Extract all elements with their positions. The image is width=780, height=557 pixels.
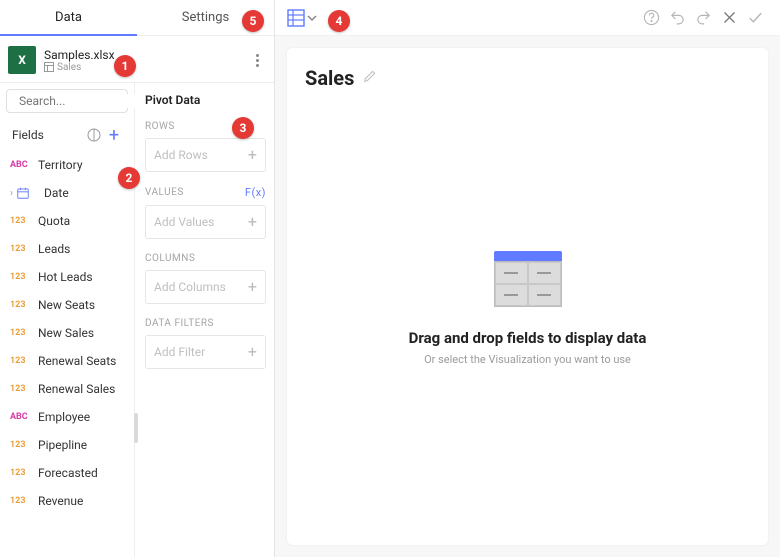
filters-dropzone[interactable]: Add Filter+: [145, 335, 266, 369]
undo-button[interactable]: [664, 5, 690, 31]
field-item[interactable]: 123New Sales: [0, 319, 134, 347]
fields-column: Fields + ABCTerritory›Date123Quota123Lea…: [0, 83, 135, 557]
number-type-icon: 123: [10, 496, 36, 506]
empty-state: Drag and drop fields to display data Or …: [305, 90, 750, 527]
add-field-button[interactable]: +: [104, 125, 124, 145]
card-title: Sales: [305, 66, 354, 90]
calendar-icon: [16, 186, 42, 200]
plus-icon: +: [248, 214, 257, 230]
values-dropzone[interactable]: Add Values+: [145, 205, 266, 239]
callout-1: 1: [114, 55, 136, 77]
excel-icon: X: [8, 46, 36, 74]
file-sheet: Sales: [44, 62, 248, 73]
field-item[interactable]: 123Revenue: [0, 487, 134, 515]
empty-title: Drag and drop fields to display data: [409, 329, 647, 347]
table-icon: [44, 62, 54, 72]
file-bar: X Samples.xlsx Sales: [0, 36, 274, 83]
field-item[interactable]: 123New Seats: [0, 291, 134, 319]
pivot-title: Pivot Data: [145, 93, 266, 107]
fields-header-label: Fields: [12, 128, 44, 142]
number-type-icon: 123: [10, 244, 36, 254]
number-type-icon: 123: [10, 216, 36, 226]
field-label: Date: [44, 186, 69, 200]
field-item[interactable]: 123Quota: [0, 207, 134, 235]
columns-dropzone[interactable]: Add Columns+: [145, 270, 266, 304]
close-button[interactable]: [716, 5, 742, 31]
number-type-icon: 123: [10, 356, 36, 366]
text-type-icon: ABC: [10, 160, 36, 170]
field-label: Leads: [38, 242, 70, 256]
confirm-button[interactable]: [742, 5, 768, 31]
field-item[interactable]: ›Date: [0, 179, 134, 207]
fields-toggle-icon[interactable]: [84, 125, 104, 145]
rows-dropzone[interactable]: Add Rows+: [145, 138, 266, 172]
search-input[interactable]: [6, 89, 128, 113]
columns-label: COLUMNS: [145, 253, 266, 264]
fx-button[interactable]: F(x): [245, 186, 266, 199]
field-item[interactable]: 123Hot Leads: [0, 263, 134, 291]
tab-indicator: [0, 34, 137, 36]
field-item[interactable]: ABCEmployee: [0, 403, 134, 431]
plus-icon: +: [248, 147, 257, 163]
plus-icon: +: [248, 279, 257, 295]
callout-3: 3: [232, 117, 254, 139]
file-name: Samples.xlsx: [44, 48, 248, 62]
callout-5: 5: [242, 10, 264, 32]
number-type-icon: 123: [10, 300, 36, 310]
field-label: Renewal Seats: [38, 354, 116, 368]
pivot-column: Pivot Data ROWS Add Rows+ VALUES F(x) Ad…: [135, 83, 274, 557]
grid-icon: [287, 9, 305, 27]
values-label: VALUES F(x): [145, 186, 266, 199]
field-item[interactable]: 123Pipepline: [0, 431, 134, 459]
field-item[interactable]: 123Renewal Seats: [0, 347, 134, 375]
empty-subtitle: Or select the Visualization you want to …: [424, 353, 631, 366]
edit-title-button[interactable]: [362, 68, 378, 88]
field-label: Quota: [38, 214, 70, 228]
field-item[interactable]: 123Leads: [0, 235, 134, 263]
filters-label: DATA FILTERS: [145, 318, 266, 329]
chevron-down-icon: [307, 13, 317, 23]
visualization-card: Sales Drag and drop fields to display da…: [287, 48, 768, 545]
field-label: Employee: [38, 410, 90, 424]
field-item[interactable]: 123Renewal Sales: [0, 375, 134, 403]
visualization-picker[interactable]: [287, 9, 317, 27]
field-label: Territory: [38, 158, 83, 172]
text-type-icon: ABC: [10, 412, 36, 422]
field-label: New Seats: [38, 298, 95, 312]
field-list: ABCTerritory›Date123Quota123Leads123Hot …: [0, 151, 134, 557]
left-tabs: Data Settings: [0, 0, 274, 36]
number-type-icon: 123: [10, 468, 36, 478]
redo-button[interactable]: [690, 5, 716, 31]
field-label: Pipepline: [38, 438, 87, 452]
tab-data[interactable]: Data: [0, 0, 137, 35]
field-label: Renewal Sales: [38, 382, 115, 396]
number-type-icon: 123: [10, 328, 36, 338]
field-label: Forecasted: [38, 466, 98, 480]
topbar: [275, 0, 780, 36]
number-type-icon: 123: [10, 440, 36, 450]
callout-4: 4: [328, 10, 350, 32]
empty-illustration: [494, 251, 562, 307]
number-type-icon: 123: [10, 384, 36, 394]
plus-icon: +: [248, 344, 257, 360]
field-label: New Sales: [38, 326, 94, 340]
pencil-icon: [362, 68, 378, 84]
field-item[interactable]: ABCTerritory: [0, 151, 134, 179]
drag-handle[interactable]: [134, 413, 138, 443]
field-item[interactable]: 123Forecasted: [0, 459, 134, 487]
field-label: Revenue: [38, 494, 83, 508]
help-button[interactable]: [638, 5, 664, 31]
number-type-icon: 123: [10, 272, 36, 282]
field-label: Hot Leads: [38, 270, 93, 284]
file-menu-button[interactable]: [248, 54, 266, 67]
callout-2: 2: [118, 167, 140, 189]
